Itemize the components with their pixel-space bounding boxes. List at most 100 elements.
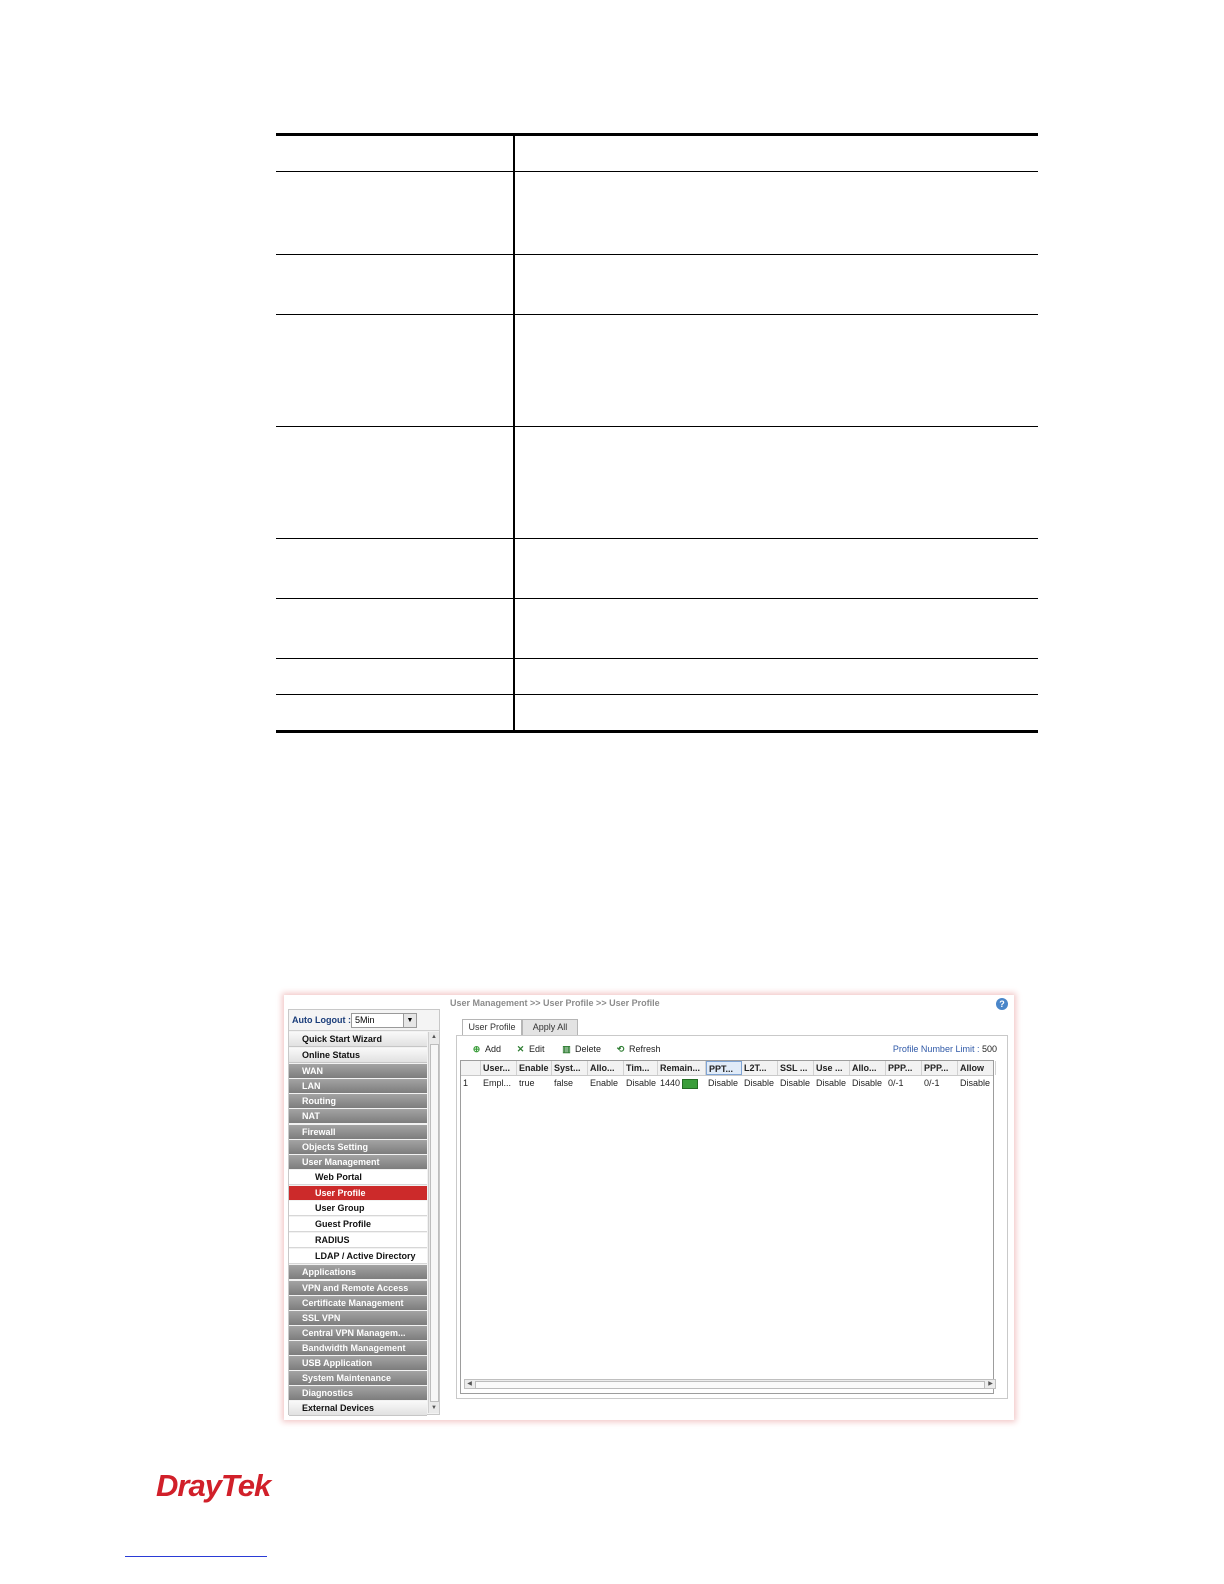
table-cell: true xyxy=(517,1076,552,1090)
column-header[interactable] xyxy=(461,1061,481,1075)
column-header[interactable]: Remain... xyxy=(658,1061,706,1075)
sidebar-item-radius[interactable]: RADIUS xyxy=(289,1233,427,1249)
delete-label: Delete xyxy=(575,1044,602,1054)
breadcrumb: User Management >> User Profile >> User … xyxy=(450,998,660,1008)
sidebar-item-user-group[interactable]: User Group xyxy=(289,1201,427,1217)
auto-logout-label: Auto Logout : xyxy=(292,1015,351,1025)
sidebar-menu: Quick Start Wizard Online Status WAN LAN Rou… xyxy=(289,1032,427,1417)
sidebar-item-web-portal[interactable]: Web Portal xyxy=(289,1169,427,1185)
table-bottom-rule xyxy=(276,730,1038,733)
chevron-down-icon[interactable]: ▼ xyxy=(403,1014,416,1027)
footer-link-underline[interactable] xyxy=(125,1556,267,1557)
add-button[interactable]: ⊕ Add xyxy=(471,1042,501,1056)
sidebar-item-online-status[interactable]: Online Status xyxy=(289,1048,427,1064)
refresh-icon: ⟲ xyxy=(616,1044,625,1054)
sidebar-item-user-profile[interactable]: User Profile xyxy=(289,1185,427,1200)
column-header[interactable]: L2T... xyxy=(742,1061,778,1075)
document-table xyxy=(276,133,1038,733)
table-cell: 0/-1 xyxy=(886,1076,922,1090)
sidebar: Auto Logout : 5Min ▼ Quick Start Wizard O… xyxy=(288,1009,440,1417)
column-header[interactable]: Enable xyxy=(517,1061,552,1075)
column-header[interactable]: Use ... xyxy=(814,1061,850,1075)
refresh-label: Refresh xyxy=(629,1044,661,1054)
scroll-right-icon[interactable]: ▶ xyxy=(986,1380,995,1388)
table-cell: Disable xyxy=(814,1076,850,1090)
scrollbar-thumb[interactable] xyxy=(430,1044,439,1402)
profile-panel: ⊕ Add ✕ Edit ▥ Delete ⟲ Refresh Profile Numb… xyxy=(456,1035,1008,1399)
draytek-logo: DrayTek xyxy=(156,1468,271,1503)
help-icon[interactable]: ? xyxy=(996,998,1008,1010)
table-row[interactable]: 1 Empl... true false Enable Disable 1440 Disabl… xyxy=(461,1076,993,1090)
sidebar-item-central-vpn-managem[interactable]: Central VPN Managem... xyxy=(289,1325,427,1340)
sidebar-item-bandwidth-management[interactable]: Bandwidth Management xyxy=(289,1340,427,1355)
column-header[interactable]: PPT... xyxy=(706,1061,742,1075)
sidebar-item-usb-application[interactable]: USB Application xyxy=(289,1355,427,1370)
sidebar-item-ldap-active-directory[interactable]: LDAP / Active Directory xyxy=(289,1249,427,1265)
column-header[interactable]: Syst... xyxy=(552,1061,588,1075)
sidebar-item-user-management[interactable]: User Management xyxy=(289,1154,427,1169)
sidebar-item-wan[interactable]: WAN xyxy=(289,1064,427,1079)
table-row-rule xyxy=(276,658,1038,659)
sidebar-item-guest-profile[interactable]: Guest Profile xyxy=(289,1217,427,1233)
table-row-rule xyxy=(276,426,1038,427)
hscroll-thumb[interactable] xyxy=(475,1381,985,1389)
column-header[interactable]: Tim... xyxy=(624,1061,658,1075)
sidebar-item-lan[interactable]: LAN xyxy=(289,1079,427,1094)
column-header[interactable]: Allo... xyxy=(588,1061,624,1075)
scroll-left-icon[interactable]: ◀ xyxy=(465,1380,474,1388)
sidebar-item-routing[interactable]: Routing xyxy=(289,1094,427,1109)
cell-text: Disable xyxy=(780,1078,811,1088)
profile-limit-value: 500 xyxy=(981,1044,997,1054)
sidebar-item-external-devices[interactable]: External Devices xyxy=(289,1401,427,1417)
table-cell: Disable xyxy=(624,1076,658,1090)
column-header[interactable]: PPP... xyxy=(922,1061,958,1075)
sidebar-item-quick-start-wizard[interactable]: Quick Start Wizard xyxy=(289,1032,427,1047)
add-icon: ⊕ xyxy=(472,1044,481,1054)
table-cell: Disable xyxy=(850,1076,886,1090)
sidebar-item-nat[interactable]: NAT xyxy=(289,1109,427,1124)
tab-user-profile[interactable]: User Profile xyxy=(462,1019,522,1035)
sidebar-item-system-maintenance[interactable]: System Maintenance xyxy=(289,1371,427,1386)
table-row-rule xyxy=(276,314,1038,315)
refresh-button[interactable]: ⟲ Refresh xyxy=(615,1042,661,1056)
sidebar-item-firewall[interactable]: Firewall xyxy=(289,1124,427,1139)
tab-apply-all[interactable]: Apply All xyxy=(522,1019,578,1035)
cell-text: Disable xyxy=(960,1078,991,1088)
sidebar-item-diagnostics[interactable]: Diagnostics xyxy=(289,1386,427,1401)
column-header[interactable]: User... xyxy=(481,1061,517,1075)
trash-icon: ▥ xyxy=(562,1044,571,1054)
column-header[interactable]: Allo... xyxy=(850,1061,886,1075)
sidebar-item-objects-setting[interactable]: Objects Setting xyxy=(289,1139,427,1154)
cell-text: 0/-1 xyxy=(888,1078,904,1088)
sidebar-item-applications[interactable]: Applications xyxy=(289,1265,427,1280)
table-header: User... Enable Syst... Allo... Tim... Remain.… xyxy=(461,1061,996,1076)
table-cell: Enable xyxy=(588,1076,624,1090)
cell-text: Empl... xyxy=(483,1078,512,1088)
table-row-rule xyxy=(276,538,1038,539)
auto-logout-value: 5Min xyxy=(355,1015,375,1025)
edit-label: Edit xyxy=(529,1044,545,1054)
sidebar-item-certificate-management[interactable]: Certificate Management xyxy=(289,1295,427,1310)
toolbar: ⊕ Add ✕ Edit ▥ Delete ⟲ Refresh Profile Numb… xyxy=(467,1042,997,1056)
column-header[interactable]: SSL ... xyxy=(778,1061,814,1075)
cell-text: 0/-1 xyxy=(924,1078,940,1088)
table-cell: 1 xyxy=(461,1076,481,1090)
column-header[interactable]: PPP... xyxy=(886,1061,922,1075)
column-header[interactable]: Allow xyxy=(958,1061,996,1075)
delete-button[interactable]: ▥ Delete xyxy=(561,1042,601,1056)
cell-text: 1 xyxy=(463,1078,469,1088)
add-label: Add xyxy=(485,1044,502,1054)
sidebar-item-ssl-vpn[interactable]: SSL VPN xyxy=(289,1310,427,1325)
auto-logout-select[interactable]: 5Min ▼ xyxy=(351,1013,417,1028)
sidebar-item-vpn-and-remote-access[interactable]: VPN and Remote Access xyxy=(289,1280,427,1295)
scroll-up-icon[interactable]: ▲ xyxy=(429,1032,439,1042)
table-horizontal-scrollbar[interactable]: ◀ ▶ xyxy=(464,1379,996,1389)
profile-table: User... Enable Syst... Allo... Tim... Remain.… xyxy=(460,1060,996,1394)
table-cell: 1440 xyxy=(658,1076,706,1090)
scroll-down-icon[interactable]: ▼ xyxy=(429,1403,439,1413)
edit-button[interactable]: ✕ Edit xyxy=(515,1042,545,1056)
cell-text: 1440 xyxy=(660,1078,681,1088)
sidebar-scrollbar[interactable]: ▲ ▼ xyxy=(428,1032,439,1413)
table-cell: 0/-1 xyxy=(922,1076,958,1090)
renew-time-icon[interactable] xyxy=(682,1078,699,1089)
